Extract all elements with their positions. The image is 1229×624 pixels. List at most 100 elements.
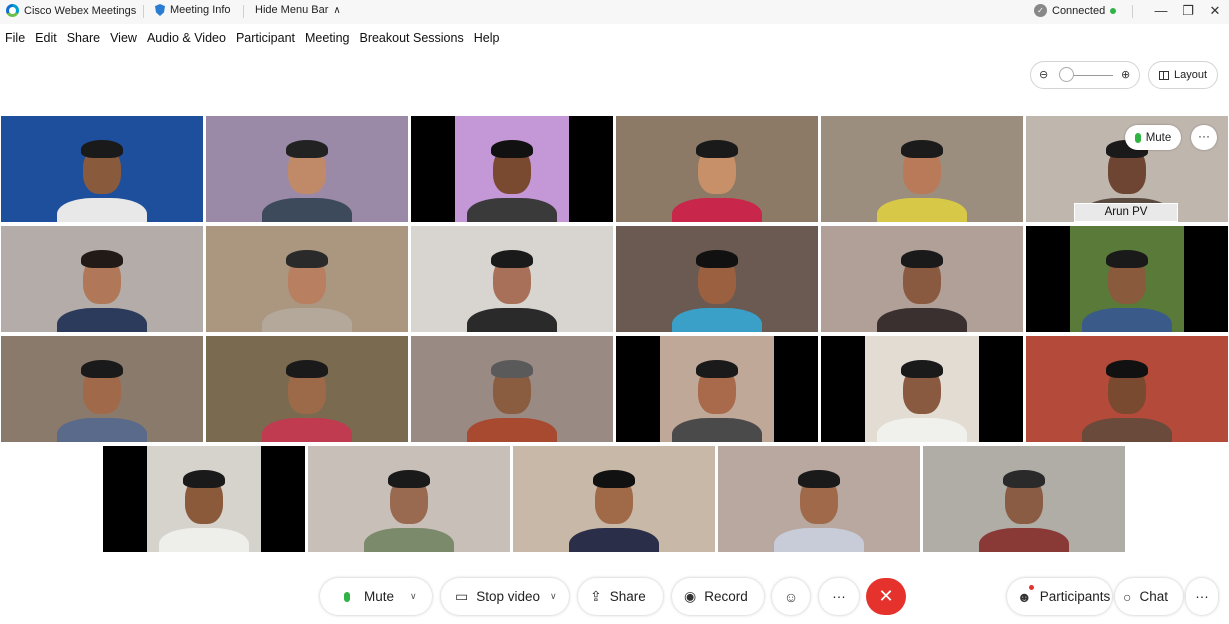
- video-tile[interactable]: [103, 446, 305, 552]
- title-bar: Cisco Webex Meetings Meeting Info Hide M…: [0, 0, 1229, 24]
- end-meeting-button[interactable]: ✕: [866, 578, 906, 615]
- chevron-down-icon[interactable]: ∨: [410, 591, 417, 602]
- participants-badge: [1029, 585, 1034, 590]
- chat-icon: ○: [1123, 588, 1132, 605]
- meeting-info-button[interactable]: Meeting Info: [155, 4, 231, 16]
- record-button[interactable]: ◉ Record: [672, 578, 764, 615]
- tile-mute-button[interactable]: Mute: [1125, 125, 1181, 150]
- chevron-down-icon[interactable]: ∨: [550, 591, 557, 602]
- video-tile[interactable]: [411, 336, 613, 442]
- shield-icon: [155, 4, 165, 16]
- menu-edit[interactable]: Edit: [30, 28, 62, 48]
- connection-status[interactable]: ✓ Connected: [1034, 4, 1117, 17]
- minimize-button[interactable]: —: [1151, 2, 1171, 20]
- menu-share[interactable]: Share: [62, 28, 105, 48]
- participant-body: [877, 198, 967, 222]
- mute-label: Mute: [364, 589, 395, 604]
- video-tile[interactable]: [513, 446, 715, 552]
- video-tile[interactable]: [821, 116, 1023, 222]
- letterbox-bar: [1026, 226, 1070, 332]
- letterbox-bar: [569, 116, 613, 222]
- status-dot-icon: [1110, 7, 1117, 14]
- menu-participant[interactable]: Participant: [231, 28, 300, 48]
- participant-hair: [81, 360, 123, 378]
- menu-file[interactable]: File: [0, 28, 30, 48]
- zoom-in-icon[interactable]: ⊕: [1121, 68, 1130, 81]
- mute-button[interactable]: Mute ∨: [320, 578, 432, 615]
- video-tile[interactable]: [616, 226, 818, 332]
- title-divider: [1132, 5, 1133, 18]
- video-tile[interactable]: [411, 116, 613, 222]
- participant-hair: [81, 250, 123, 268]
- participant-body: [262, 198, 352, 222]
- connection-status-label: Connected: [1052, 4, 1106, 17]
- video-tile[interactable]: [821, 226, 1023, 332]
- menu-breakout-sessions[interactable]: Breakout Sessions: [354, 28, 468, 48]
- meeting-info-label: Meeting Info: [170, 4, 231, 16]
- participant-hair: [1003, 470, 1045, 488]
- participant-hair: [696, 140, 738, 158]
- video-tile[interactable]: [206, 116, 408, 222]
- app-title: Cisco Webex Meetings: [6, 4, 136, 17]
- video-tile[interactable]: [206, 226, 408, 332]
- participant-body: [57, 418, 147, 442]
- participant-body: [1082, 418, 1172, 442]
- participant-body: [672, 308, 762, 332]
- participant-body: [364, 528, 454, 552]
- video-tile[interactable]: [308, 446, 510, 552]
- zoom-slider-handle[interactable]: [1059, 67, 1074, 82]
- menu-view[interactable]: View: [105, 28, 142, 48]
- participant-body: [262, 308, 352, 332]
- video-tile[interactable]: [1, 336, 203, 442]
- video-tile[interactable]: [206, 336, 408, 442]
- participant-hair: [593, 470, 635, 488]
- zoom-out-icon[interactable]: ⊖: [1039, 68, 1048, 81]
- video-tile[interactable]: [1, 116, 203, 222]
- more-options-button[interactable]: ···: [819, 578, 859, 615]
- menu-meeting[interactable]: Meeting: [300, 28, 354, 48]
- video-tile[interactable]: [616, 336, 818, 442]
- video-tile[interactable]: [616, 116, 818, 222]
- video-tile[interactable]: [1026, 226, 1228, 332]
- letterbox-bar: [411, 116, 455, 222]
- share-button[interactable]: ⇪ Share: [578, 578, 663, 615]
- participant-hair: [1106, 250, 1148, 268]
- menu-help[interactable]: Help: [469, 28, 505, 48]
- participant-name-label: Arun PV: [1074, 203, 1178, 222]
- close-window-button[interactable]: ✕: [1205, 2, 1225, 20]
- video-tile[interactable]: [1026, 336, 1228, 442]
- webex-logo-icon: [6, 4, 19, 17]
- video-tile[interactable]: [411, 226, 613, 332]
- tile-more-button[interactable]: ···: [1191, 125, 1217, 150]
- letterbox-bar: [616, 336, 660, 442]
- chat-button[interactable]: ○ Chat: [1115, 578, 1183, 615]
- chevron-up-icon: ∧: [333, 4, 341, 16]
- tile-mute-label: Mute: [1145, 131, 1172, 144]
- panel-more-button[interactable]: ···: [1186, 578, 1218, 615]
- stop-video-label: Stop video: [476, 589, 541, 604]
- participant-hair: [286, 250, 328, 268]
- letterbox-bar: [774, 336, 818, 442]
- participants-button[interactable]: ☻ Participants: [1007, 578, 1112, 615]
- participant-hair: [696, 250, 738, 268]
- video-tile[interactable]: [1, 226, 203, 332]
- video-tile[interactable]: [923, 446, 1125, 552]
- record-icon: ◉: [684, 588, 697, 604]
- hide-menu-bar-button[interactable]: Hide Menu Bar ∧: [255, 4, 341, 16]
- reactions-button[interactable]: ☺: [772, 578, 810, 615]
- video-tile[interactable]: [821, 336, 1023, 442]
- participant-hair: [388, 470, 430, 488]
- participant-hair: [696, 360, 738, 378]
- video-tile[interactable]: [718, 446, 920, 552]
- stop-video-button[interactable]: ▭ Stop video ∨: [441, 578, 569, 615]
- menu-audio-video[interactable]: Audio & Video: [142, 28, 231, 48]
- layout-icon: [1158, 70, 1169, 80]
- layout-button[interactable]: Layout: [1148, 61, 1218, 89]
- participant-body: [1082, 308, 1172, 332]
- restore-button[interactable]: ❐: [1178, 2, 1198, 20]
- participant-hair: [901, 140, 943, 158]
- participant-hair: [286, 140, 328, 158]
- hide-menu-bar-label: Hide Menu Bar: [255, 4, 329, 16]
- participant-body: [672, 418, 762, 442]
- participant-body: [262, 418, 352, 442]
